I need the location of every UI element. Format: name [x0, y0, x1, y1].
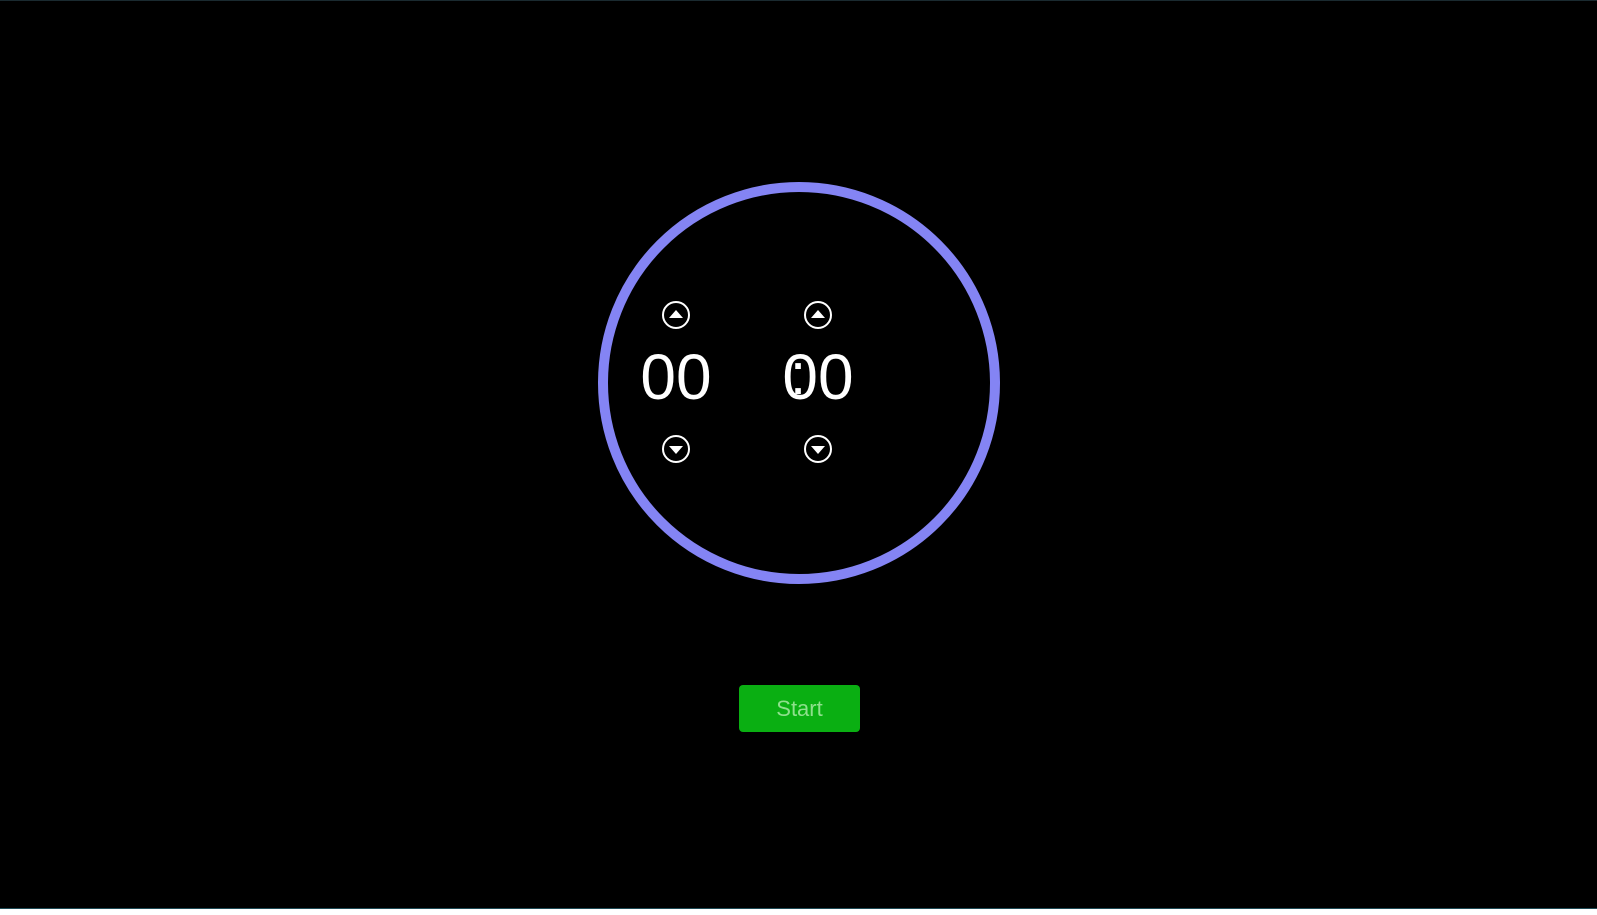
seconds-increment-button[interactable]: [804, 301, 832, 329]
minutes-increment-button[interactable]: [662, 301, 690, 329]
triangle-up-icon: [811, 310, 825, 318]
triangle-down-icon: [811, 446, 825, 454]
timer-page: 00 : 00 Start: [0, 0, 1597, 915]
seconds-value: 00: [782, 341, 854, 413]
minutes-decrement-button[interactable]: [662, 435, 690, 463]
window-bottom-edge: [0, 908, 1597, 915]
minutes-value: 00: [640, 341, 712, 413]
timer-display: 00 : 00: [598, 182, 1000, 584]
start-button[interactable]: Start: [739, 685, 860, 732]
triangle-up-icon: [669, 310, 683, 318]
seconds-decrement-button[interactable]: [804, 435, 832, 463]
triangle-down-icon: [669, 446, 683, 454]
